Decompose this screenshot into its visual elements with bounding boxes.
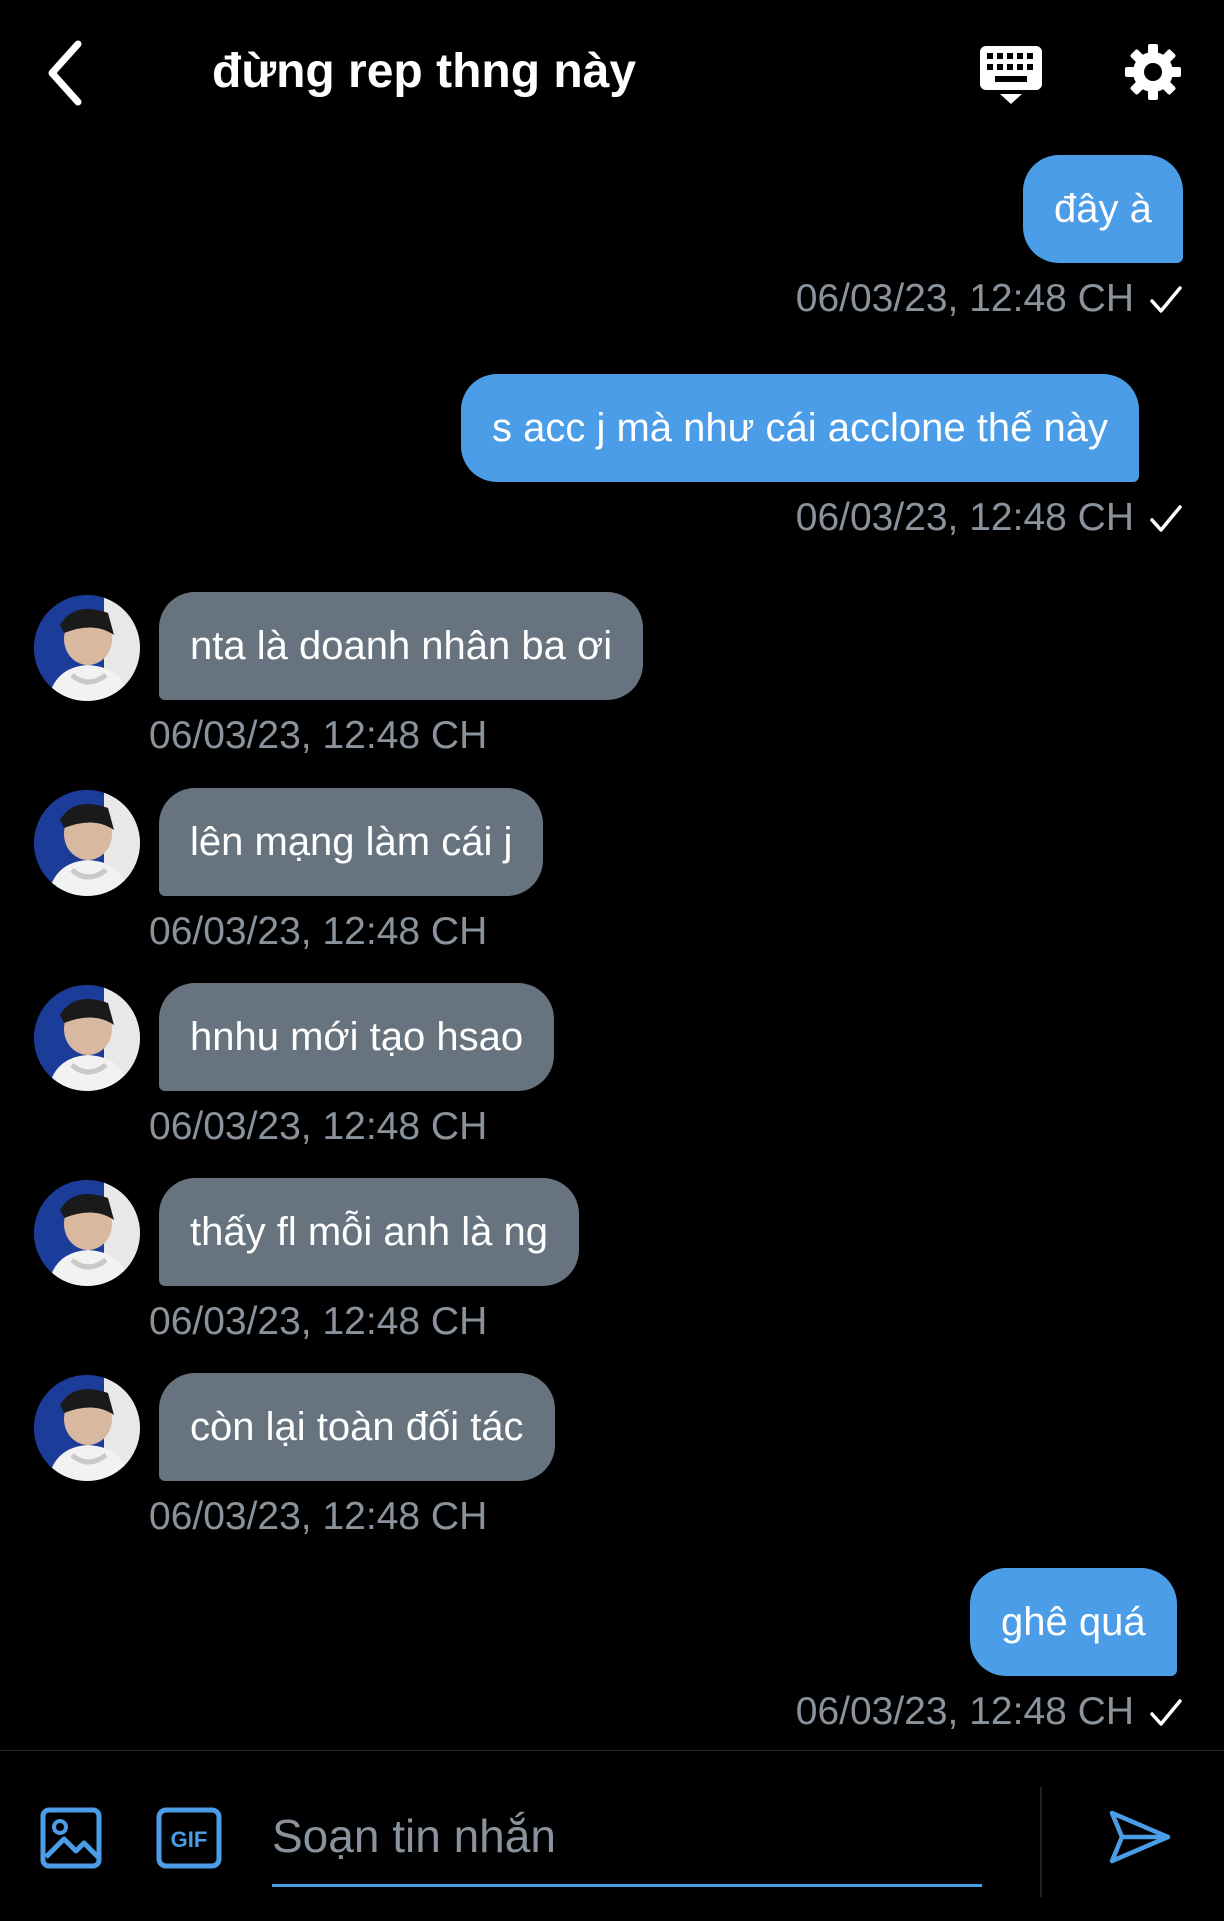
gif-label: GIF (171, 1827, 208, 1852)
image-icon (40, 1807, 102, 1869)
check-icon (1150, 505, 1182, 532)
send-button[interactable] (1108, 1805, 1172, 1869)
message-timestamp: 06/03/23, 12:48 CH (795, 496, 1134, 539)
incoming-message-bubble[interactable]: lên mạng làm cái j (159, 788, 544, 896)
contact-avatar[interactable] (34, 595, 140, 701)
gif-button[interactable]: GIF (156, 1807, 222, 1869)
contact-avatar[interactable] (34, 1375, 140, 1481)
gear-icon (1125, 44, 1181, 100)
chat-title: đừng rep thng này (212, 45, 637, 98)
back-button[interactable] (42, 38, 92, 108)
contact-avatar[interactable] (34, 790, 140, 896)
keyboard-button[interactable] (978, 44, 1044, 106)
message-timestamp: 06/03/23, 12:48 CH (795, 1690, 1134, 1733)
check-icon (1150, 286, 1182, 313)
incoming-message-bubble[interactable]: nta là doanh nhân ba ơi (159, 592, 644, 700)
message-timestamp: 06/03/23, 12:48 CH (149, 1300, 488, 1343)
message-timestamp: 06/03/23, 12:48 CH (149, 910, 488, 953)
chevron-left-icon (48, 40, 82, 106)
message-composer: GIF (0, 1750, 1224, 1921)
contact-avatar[interactable] (34, 1180, 140, 1286)
message-timestamp: 06/03/23, 12:48 CH (149, 1495, 488, 1538)
incoming-message-bubble[interactable]: hnhu mới tạo hsao (159, 983, 555, 1091)
send-icon (1109, 1810, 1171, 1864)
outgoing-message-bubble[interactable]: s acc j mà như cái acclone thế này (461, 374, 1139, 482)
message-timestamp: 06/03/23, 12:48 CH (795, 277, 1134, 320)
attach-image-button[interactable] (40, 1807, 102, 1869)
outgoing-message-bubble[interactable]: đây à (1023, 155, 1183, 263)
check-icon (1150, 1699, 1182, 1726)
outgoing-message-bubble[interactable]: ghê quá (970, 1568, 1177, 1676)
chat-header: đừng rep thng này (0, 0, 1224, 150)
incoming-message-bubble[interactable]: thấy fl mỗi anh là ng (159, 1178, 579, 1286)
contact-avatar[interactable] (34, 985, 140, 1091)
message-timestamp: 06/03/23, 12:48 CH (149, 1105, 488, 1148)
incoming-message-bubble[interactable]: còn lại toàn đối tác (159, 1373, 555, 1481)
settings-button[interactable] (1124, 42, 1182, 102)
message-input[interactable] (272, 1787, 982, 1887)
gif-icon: GIF (156, 1807, 222, 1869)
message-timestamp: 06/03/23, 12:48 CH (149, 714, 488, 757)
composer-divider (1040, 1787, 1042, 1897)
keyboard-icon (980, 46, 1042, 104)
